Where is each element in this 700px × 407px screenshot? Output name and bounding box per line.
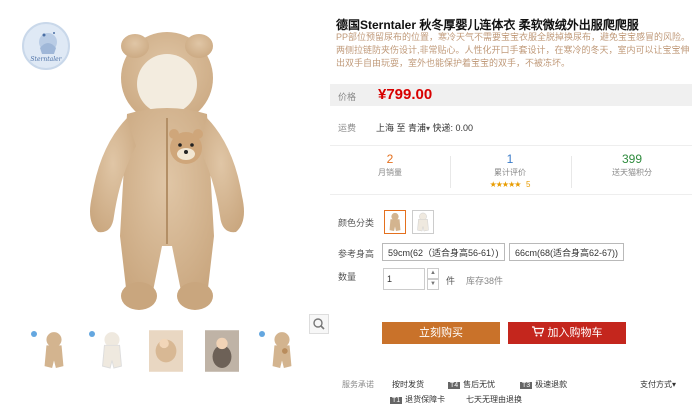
stats-bar: 2 月销量 1 累计评价 ★★★★★ 5 399 送天猫积分 [330, 145, 692, 195]
product-title-brand: 德国Sterntaler [336, 18, 417, 32]
brand-logo-text: Sterntaler [30, 56, 62, 63]
zoom-icon[interactable] [309, 314, 329, 334]
rating-score: 5 [525, 180, 531, 189]
product-description: PP部位预留尿布的位置，寒冷天气不需要宝宝衣服全脱掉换尿布，避免宝宝感冒的风险。… [336, 32, 691, 68]
price-value: ¥799.00 [378, 86, 433, 103]
service-tag: T3 [520, 382, 533, 389]
size-option-59cm[interactable]: 59cm(62（适合身高56-61）) [382, 243, 505, 261]
stock-count: 库存38件 [466, 276, 504, 286]
color-option-label: 颜色分类 [338, 218, 375, 228]
rating-stars-icon: ★★★★★ [489, 180, 522, 189]
size-option-66cm[interactable]: 66cm(68(适合身高62-67)) [509, 243, 625, 261]
stat-reviews[interactable]: 1 累计评价 ★★★★★ 5 [450, 152, 570, 189]
thumbnail-5[interactable] [259, 329, 300, 373]
points-value: 399 [621, 152, 643, 166]
add-to-cart-label[interactable]: 加入购物车 [548, 327, 603, 339]
service-tag: T4 [448, 382, 461, 389]
shipping-label: 运费 [338, 123, 357, 133]
payment-label[interactable]: 支付方式 [640, 380, 672, 389]
payment-method-dropdown[interactable]: 支付方式▾ [640, 379, 676, 390]
service-text[interactable]: 退货保障卡 [405, 395, 445, 404]
points-label: 送天猫积分 [612, 168, 652, 177]
service-after-sales[interactable]: T4 售后无忧 [448, 379, 495, 390]
thumbnail-4[interactable] [204, 329, 240, 373]
service-fast-refund[interactable]: T3 极速退款 [520, 379, 567, 390]
stat-monthly-sales: 2 月销量 [330, 152, 450, 178]
quantity-label: 数量 [338, 272, 357, 282]
quantity-unit: 件 [446, 276, 456, 286]
shipping-from-to[interactable]: 上海 至 青浦 [376, 123, 426, 133]
price-row: 价格 ¥799.00 [330, 84, 692, 106]
service-text[interactable]: 极速退款 [535, 380, 567, 389]
service-on-time-delivery[interactable]: 按时发货 [392, 379, 424, 390]
quantity-down-icon[interactable]: ▼ [427, 279, 439, 290]
monthly-sales-label: 月销量 [378, 168, 402, 177]
buy-now-button[interactable]: 立刻购买 [382, 322, 500, 344]
thumbnail-3[interactable] [148, 329, 184, 373]
price-label: 价格 [338, 92, 357, 102]
quantity-up-icon[interactable]: ▲ [427, 268, 439, 279]
service-text[interactable]: 售后无忧 [463, 380, 495, 389]
onesie-image [90, 32, 244, 310]
monthly-sales-value: 2 [386, 152, 394, 166]
thumbnail-2[interactable] [89, 329, 130, 373]
brand-logo: Sterntaler [22, 22, 70, 70]
quantity-stepper[interactable]: ▲ ▼ [427, 268, 439, 290]
shipping-destination[interactable]: 上海 至 青浦▾ 快递: 0.00 [376, 121, 473, 134]
shipping-fee: 快递: 0.00 [432, 123, 474, 133]
product-title-text: 秋冬厚婴儿连体衣 柔软微绒外出服爬爬服 [416, 18, 639, 32]
cart-icon [531, 326, 544, 337]
chevron-down-icon[interactable]: ▾ [426, 124, 430, 133]
color-swatch-beige[interactable] [384, 210, 406, 234]
add-to-cart-button[interactable]: 加入购物车 [508, 322, 626, 344]
reviews-label: 累计评价 [494, 168, 526, 177]
quantity-input[interactable]: 1 [383, 268, 425, 290]
product-main-image[interactable]: Sterntaler [14, 14, 329, 334]
chevron-down-icon[interactable]: ▾ [672, 380, 676, 389]
thumbnail-strip [22, 329, 312, 377]
reviews-count[interactable]: 1 [450, 152, 570, 166]
service-return-card[interactable]: T1 退货保障卡 [390, 394, 445, 405]
services-label: 服务承诺 [342, 380, 374, 389]
service-text[interactable]: 按时发货 [392, 380, 424, 389]
thumbnail-1[interactable] [31, 329, 72, 373]
service-seven-day-return[interactable]: 七天无理由退换 [466, 394, 522, 405]
size-option-label: 参考身高 [338, 249, 375, 259]
shipping-row: 运费 上海 至 青浦▾ 快递: 0.00 [338, 120, 688, 134]
service-tag: T1 [390, 397, 403, 404]
color-swatch-cream[interactable] [412, 210, 434, 234]
service-text[interactable]: 七天无理由退换 [466, 395, 522, 404]
stat-points: 399 送天猫积分 [572, 152, 692, 178]
